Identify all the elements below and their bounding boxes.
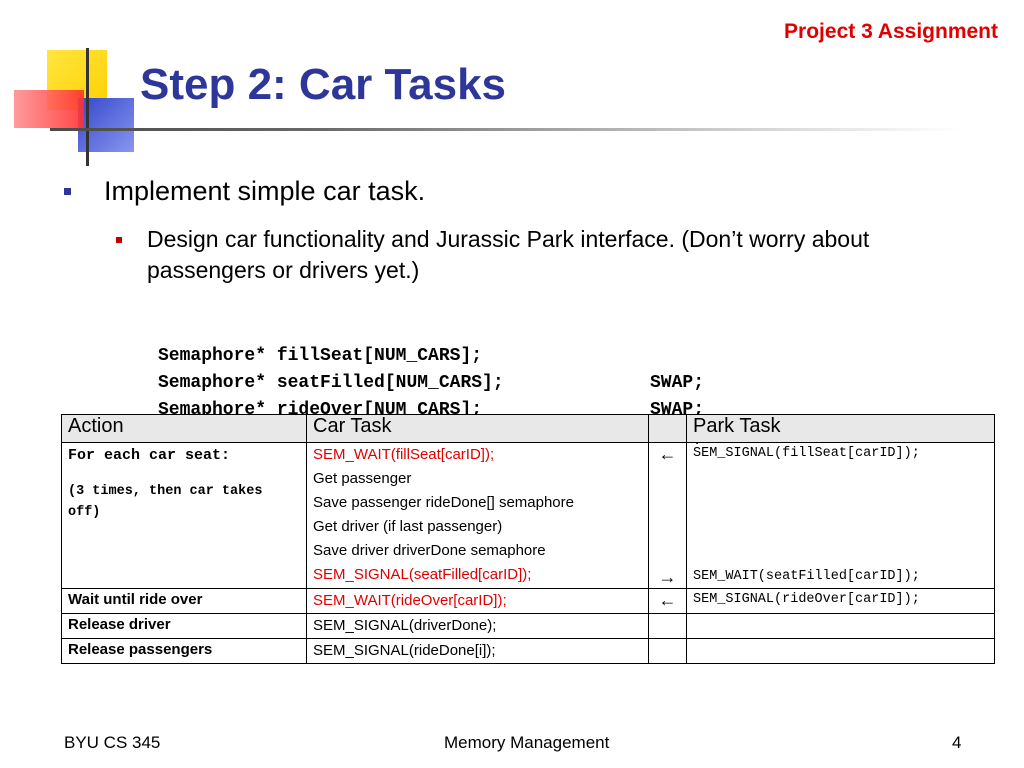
- code-line: Semaphore* seatFilled[NUM_CARS]; SWAP;: [158, 343, 704, 420]
- table-row: For each car seat: (3 times, then car ta…: [61, 442, 995, 589]
- car-line: Get passenger: [313, 470, 412, 487]
- code-declaration: Semaphore* fillSeat[NUM_CARS];: [158, 346, 483, 366]
- car-task-cell: SEM_SIGNAL(rideDone[i]);: [306, 638, 649, 664]
- table-header-row: Action Car Task Park Task: [61, 414, 995, 443]
- action-cell: Release driver: [61, 613, 307, 639]
- bullet-marker: [116, 237, 122, 243]
- arrow-cell: [648, 613, 687, 639]
- code-line: Semaphore* rideOver[NUM_CARS]; SWAP;: [158, 370, 704, 447]
- code-block: Semaphore* fillSeat[NUM_CARS]; SWAP; Sem…: [158, 316, 704, 447]
- footer-page-number: 4: [952, 733, 962, 752]
- car-task-cell: SEM_SIGNAL(driverDone);: [306, 613, 649, 639]
- arrow-cell: [648, 638, 687, 664]
- action-cell: Release passengers: [61, 638, 307, 664]
- deco-red-square: [14, 90, 84, 128]
- header-car-task: Car Task: [306, 414, 649, 443]
- footer-left: BYU CS 345: [64, 733, 161, 752]
- footer-center: Memory Management: [444, 733, 610, 752]
- park-task-cell: [686, 638, 995, 664]
- action-cell: Wait until ride over: [61, 588, 307, 614]
- car-task-cell: SEM_WAIT(fillSeat[carID]); Get passenger…: [306, 442, 649, 589]
- action-main: For each car seat:: [68, 447, 231, 464]
- project-label: Project 3 Assignment: [784, 20, 998, 43]
- action-cell: For each car seat: (3 times, then car ta…: [61, 442, 307, 589]
- deco-vertical-line: [86, 48, 89, 166]
- park-line: SEM_SIGNAL(fillSeat[carID]);: [693, 446, 920, 461]
- header-park-task: Park Task: [686, 414, 995, 443]
- car-line: SEM_WAIT(fillSeat[carID]);: [313, 446, 495, 463]
- park-task-cell: [686, 613, 995, 639]
- header-arrow: [648, 414, 687, 443]
- title-divider: [50, 128, 960, 131]
- arrow-left-icon: ←: [658, 444, 677, 464]
- code-value: SWAP;: [650, 373, 705, 393]
- header-action: Action: [61, 414, 307, 443]
- car-line: Save driver driverDone semaphore: [313, 542, 546, 559]
- page-title: Step 2: Car Tasks: [140, 60, 507, 109]
- car-line: SEM_SIGNAL(seatFilled[carID]);: [313, 566, 532, 583]
- car-line: Save passenger rideDone[] semaphore: [313, 494, 574, 511]
- park-line: SEM_WAIT(seatFilled[carID]);: [693, 569, 920, 584]
- bullet-marker: [64, 188, 71, 195]
- task-table: Action Car Task Park Task For each car s…: [61, 414, 995, 664]
- table-row: Release passengers SEM_SIGNAL(rideDone[i…: [61, 638, 995, 664]
- table-row: Release driver SEM_SIGNAL(driverDone);: [61, 613, 995, 639]
- bullet-level2-text: Design car functionality and Jurassic Pa…: [147, 226, 870, 283]
- park-task-cell: SEM_SIGNAL(fillSeat[carID]); SEM_WAIT(se…: [686, 442, 995, 589]
- arrow-right-icon: →: [658, 567, 677, 587]
- bullet-level1-text: Implement simple car task.: [104, 176, 426, 206]
- arrow-left-icon: ←: [648, 588, 687, 614]
- table-row: Wait until ride over SEM_WAIT(rideOver[c…: [61, 588, 995, 614]
- code-line: Semaphore* fillSeat[NUM_CARS]; SWAP;: [158, 316, 704, 393]
- park-task-cell: SEM_SIGNAL(rideOver[carID]);: [686, 588, 995, 614]
- car-line: Get driver (if last passenger): [313, 518, 503, 535]
- car-task-cell: SEM_WAIT(rideOver[carID]);: [306, 588, 649, 614]
- action-note: (3 times, then car takes off): [68, 484, 263, 520]
- arrow-cell: ← →: [648, 442, 687, 589]
- code-declaration: Semaphore* seatFilled[NUM_CARS];: [158, 373, 504, 393]
